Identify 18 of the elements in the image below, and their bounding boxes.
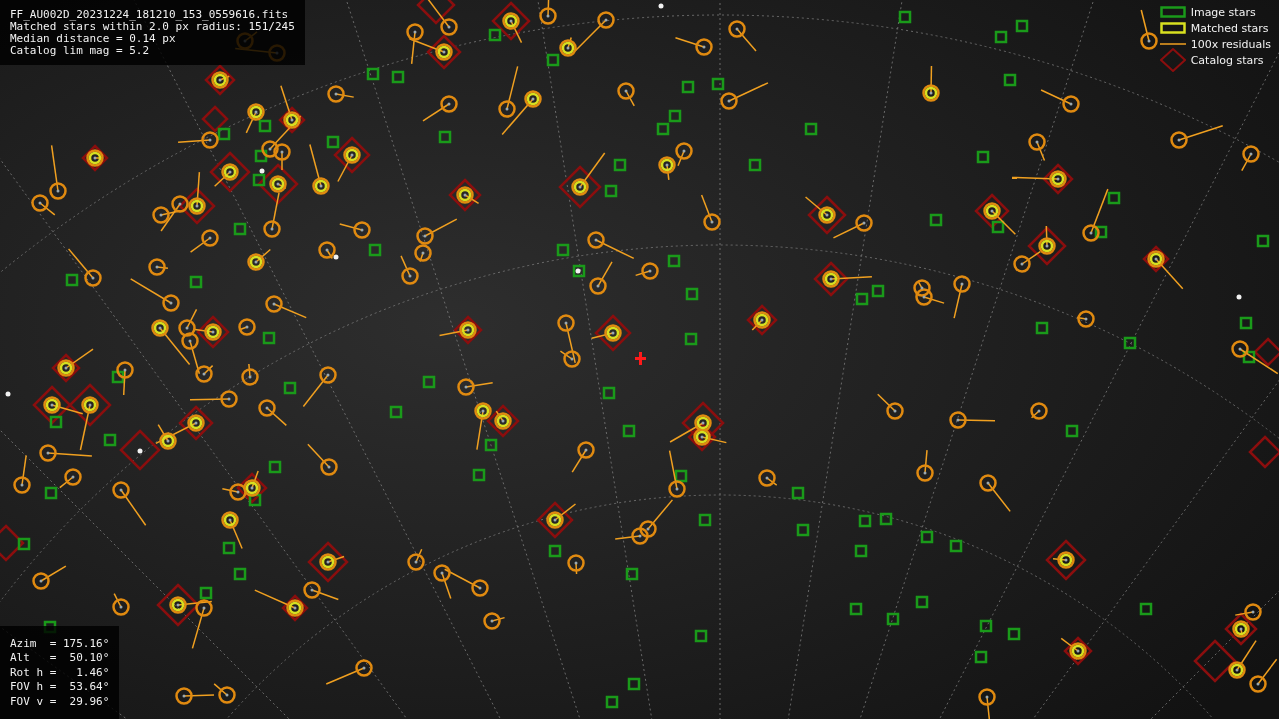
- info-text: Catalog lim mag = 5.2: [10, 45, 151, 57]
- rectangle-icon: [1159, 22, 1186, 34]
- pointing-text: Azim = 175.16°: [10, 636, 110, 651]
- pointing-text: FOV v = 29.96°: [10, 694, 110, 709]
- info-text: Matched stars within 2.0 px radius: 151/245: [10, 21, 295, 33]
- diamond-icon: [1159, 48, 1186, 72]
- legend-label: Image stars: [1190, 5, 1256, 19]
- info-text: FF_AU002D_20231224_181210_153_0559616.fits: [10, 9, 290, 21]
- legend-label: Matched stars: [1190, 21, 1269, 35]
- line-icon: [1159, 43, 1186, 45]
- pointing-text: Rot h = 1.46°: [10, 665, 110, 680]
- pointing-text: FOV h = 53.64°: [10, 680, 110, 695]
- legend-label: Catalog stars: [1190, 53, 1264, 67]
- info-text: Median distance = 0.14 px: [10, 33, 177, 45]
- pointing-text: Alt = 50.10°: [10, 651, 110, 666]
- legend-label: 100x residuals: [1190, 37, 1271, 51]
- rectangle-icon: [1159, 6, 1186, 18]
- crosshair-icon: [635, 352, 646, 365]
